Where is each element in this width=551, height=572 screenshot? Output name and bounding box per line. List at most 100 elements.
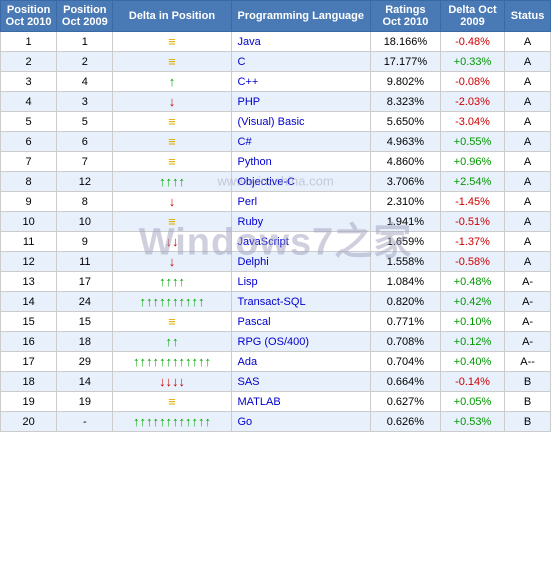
cell-pos2009: - [57, 412, 113, 432]
cell-lang[interactable]: Delphi [231, 252, 371, 272]
cell-pos2009: 12 [57, 172, 113, 192]
cell-status: A [505, 172, 551, 192]
cell-pos2009: 15 [57, 312, 113, 332]
cell-lang[interactable]: Transact-SQL [231, 292, 371, 312]
cell-delta-val: -0.48% [440, 32, 504, 52]
cell-lang[interactable]: PHP [231, 92, 371, 112]
cell-lang[interactable]: Perl [231, 192, 371, 212]
delta-equal-icon: ≡ [168, 314, 176, 329]
cell-rating: 17.177% [371, 52, 441, 72]
delta-down2-icon: ↓↓ [165, 234, 178, 249]
cell-rating: 8.323% [371, 92, 441, 112]
cell-lang[interactable]: C [231, 52, 371, 72]
cell-status: A [505, 32, 551, 52]
delta-upbig-icon: ↑↑↑↑↑↑↑↑↑↑↑↑ [133, 414, 211, 429]
cell-lang[interactable]: C++ [231, 72, 371, 92]
cell-lang[interactable]: C# [231, 132, 371, 152]
cell-pos2009: 29 [57, 352, 113, 372]
table-row: 4 3 ↓ PHP 8.323% -2.03% A [1, 92, 551, 112]
cell-status: A [505, 112, 551, 132]
cell-delta-val: -1.45% [440, 192, 504, 212]
cell-pos2010: 6 [1, 132, 57, 152]
delta-up4-icon: ↑↑↑↑ [159, 274, 185, 289]
table-row: 14 24 ↑↑↑↑↑↑↑↑↑↑ Transact-SQL 0.820% +0.… [1, 292, 551, 312]
cell-pos2009: 2 [57, 52, 113, 72]
table-row: 11 9 ↓↓ JavaScript 1.659% -1.37% A [1, 232, 551, 252]
cell-lang[interactable]: Java [231, 32, 371, 52]
table-row: 10 10 ≡ Ruby 1.941% -0.51% A [1, 212, 551, 232]
header-lang: Programming Language [231, 1, 371, 32]
cell-delta-icon: ≡ [113, 52, 231, 72]
cell-lang[interactable]: Lisp [231, 272, 371, 292]
cell-rating: 5.650% [371, 112, 441, 132]
cell-rating: 1.659% [371, 232, 441, 252]
table-row: 19 19 ≡ MATLAB 0.627% +0.05% B [1, 392, 551, 412]
cell-delta-icon: ↓ [113, 92, 231, 112]
cell-pos2010: 16 [1, 332, 57, 352]
cell-lang[interactable]: RPG (OS/400) [231, 332, 371, 352]
cell-lang[interactable]: Ruby [231, 212, 371, 232]
cell-lang[interactable]: Pascal [231, 312, 371, 332]
cell-delta-val: +0.42% [440, 292, 504, 312]
cell-lang[interactable]: Go [231, 412, 371, 432]
cell-delta-icon: ↓↓↓↓ [113, 372, 231, 392]
cell-delta-icon: ≡ [113, 212, 231, 232]
watermark2: www.winzchina.com [217, 174, 333, 189]
cell-rating: 0.627% [371, 392, 441, 412]
cell-pos2010: 3 [1, 72, 57, 92]
delta-equal-icon: ≡ [168, 34, 176, 49]
header-ratings: Ratings Oct 2010 [371, 1, 441, 32]
cell-delta-val: +0.55% [440, 132, 504, 152]
delta-equal-icon: ≡ [168, 134, 176, 149]
cell-status: A [505, 252, 551, 272]
cell-delta-icon: ↓↓ [113, 232, 231, 252]
cell-rating: 2.310% [371, 192, 441, 212]
cell-delta-icon: ↑↑↑↑↑↑↑↑↑↑↑↑ [113, 412, 231, 432]
cell-lang[interactable]: (Visual) Basic [231, 112, 371, 132]
cell-pos2010: 7 [1, 152, 57, 172]
cell-delta-val: -2.03% [440, 92, 504, 112]
cell-pos2009: 5 [57, 112, 113, 132]
cell-lang[interactable]: Ada [231, 352, 371, 372]
cell-pos2010: 12 [1, 252, 57, 272]
table-row: 13 17 ↑↑↑↑ Lisp 1.084% +0.48% A- [1, 272, 551, 292]
table-row: 20 - ↑↑↑↑↑↑↑↑↑↑↑↑ Go 0.626% +0.53% B [1, 412, 551, 432]
cell-rating: 9.802% [371, 72, 441, 92]
cell-status: A [505, 92, 551, 112]
cell-delta-val: +0.05% [440, 392, 504, 412]
cell-pos2009: 18 [57, 332, 113, 352]
cell-delta-val: +0.40% [440, 352, 504, 372]
cell-lang[interactable]: JavaScript [231, 232, 371, 252]
cell-status: A [505, 52, 551, 72]
cell-rating: 4.963% [371, 132, 441, 152]
delta-down4r-icon: ↓↓↓↓ [159, 374, 185, 389]
cell-status: A [505, 152, 551, 172]
cell-rating: 1.941% [371, 212, 441, 232]
cell-lang[interactable]: SAS [231, 372, 371, 392]
cell-delta-val: -0.51% [440, 212, 504, 232]
header-pos2010: Position Oct 2010 [1, 1, 57, 32]
table-row: 18 14 ↓↓↓↓ SAS 0.664% -0.14% B [1, 372, 551, 392]
cell-delta-val: -1.37% [440, 232, 504, 252]
cell-delta-val: +0.12% [440, 332, 504, 352]
cell-status: B [505, 392, 551, 412]
table-row: 17 29 ↑↑↑↑↑↑↑↑↑↑↑↑ Ada 0.704% +0.40% A-- [1, 352, 551, 372]
cell-pos2010: 10 [1, 212, 57, 232]
cell-lang[interactable]: Python [231, 152, 371, 172]
cell-delta-val: -0.14% [440, 372, 504, 392]
delta-up4-icon: ↑↑↑↑ [159, 174, 185, 189]
delta-equal-icon: ≡ [168, 54, 176, 69]
cell-pos2009: 14 [57, 372, 113, 392]
table-row: 16 18 ↑↑ RPG (OS/400) 0.708% +0.12% A- [1, 332, 551, 352]
cell-status: A- [505, 332, 551, 352]
cell-delta-icon: ↑↑↑↑↑↑↑↑↑↑ [113, 292, 231, 312]
cell-delta-icon: ≡ [113, 32, 231, 52]
cell-pos2010: 15 [1, 312, 57, 332]
cell-delta-icon: ↓ [113, 252, 231, 272]
cell-delta-val: +0.33% [440, 52, 504, 72]
delta-up2-icon: ↑↑ [165, 334, 178, 349]
cell-lang[interactable]: MATLAB [231, 392, 371, 412]
cell-delta-icon: ↑ [113, 72, 231, 92]
cell-rating: 3.706% [371, 172, 441, 192]
cell-pos2009: 4 [57, 72, 113, 92]
